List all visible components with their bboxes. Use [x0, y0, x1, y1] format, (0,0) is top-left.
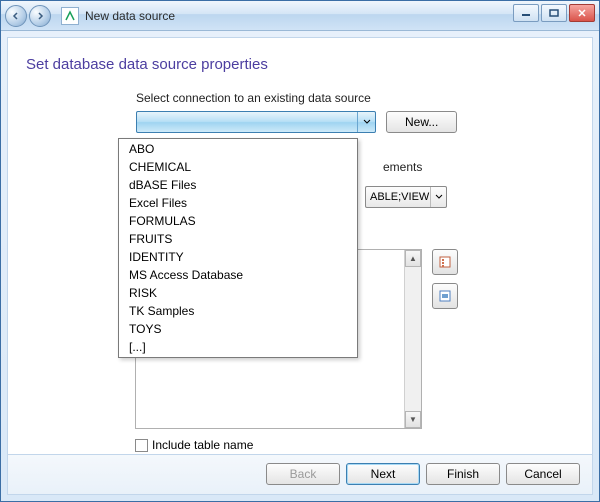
app-icon [61, 7, 79, 25]
type-combobox-value: ABLE;VIEW [370, 191, 429, 203]
dropdown-item[interactable]: IDENTITY [119, 248, 357, 266]
dropdown-item[interactable]: TOYS [119, 320, 357, 338]
back-button[interactable]: Back [266, 463, 340, 485]
scroll-track[interactable] [405, 267, 421, 411]
scroll-up-icon[interactable]: ▲ [405, 250, 421, 267]
scroll-down-icon[interactable]: ▼ [405, 411, 421, 428]
new-connection-button[interactable]: New... [386, 111, 457, 133]
content-pane: Set database data source properties Sele… [7, 37, 593, 495]
dropdown-item[interactable]: TK Samples [119, 302, 357, 320]
minimize-button[interactable] [513, 4, 539, 22]
dropdown-item[interactable]: Excel Files [119, 194, 357, 212]
close-button[interactable] [569, 4, 595, 22]
titlebar: New data source [1, 1, 599, 31]
dropdown-item[interactable]: ABO [119, 140, 357, 158]
nav-forward-button[interactable] [29, 5, 51, 27]
page-heading: Set database data source properties [26, 56, 574, 73]
cancel-button[interactable]: Cancel [506, 463, 580, 485]
chevron-down-icon [430, 187, 446, 207]
nav-back-button[interactable] [5, 5, 27, 27]
next-button[interactable]: Next [346, 463, 420, 485]
maximize-button[interactable] [541, 4, 567, 22]
chevron-down-icon [357, 112, 375, 132]
dropdown-item[interactable]: FRUITS [119, 230, 357, 248]
dropdown-item[interactable]: [...] [119, 338, 357, 356]
include-table-name-checkbox[interactable] [135, 439, 148, 452]
dropdown-item[interactable]: FORMULAS [119, 212, 357, 230]
select-columns-button[interactable] [432, 249, 458, 275]
dropdown-item[interactable]: MS Access Database [119, 266, 357, 284]
dropdown-item[interactable]: CHEMICAL [119, 158, 357, 176]
type-combobox[interactable]: ABLE;VIEW [365, 186, 447, 208]
connection-dropdown-list[interactable]: ABOCHEMICALdBASE FilesExcel FilesFORMULA… [118, 138, 358, 358]
window-frame: New data source Set database data source… [0, 0, 600, 502]
dropdown-item[interactable]: dBASE Files [119, 176, 357, 194]
include-table-name-label: Include table name [152, 438, 253, 452]
finish-button[interactable]: Finish [426, 463, 500, 485]
connection-combobox[interactable] [136, 111, 376, 133]
dropdown-item[interactable]: RISK [119, 284, 357, 302]
window-title: New data source [85, 9, 175, 23]
scrollbar[interactable]: ▲ ▼ [404, 250, 421, 428]
wizard-footer: Back Next Finish Cancel [8, 454, 592, 494]
preview-button[interactable] [432, 283, 458, 309]
partial-label: ements [383, 160, 422, 174]
select-connection-label: Select connection to an existing data so… [136, 91, 574, 105]
